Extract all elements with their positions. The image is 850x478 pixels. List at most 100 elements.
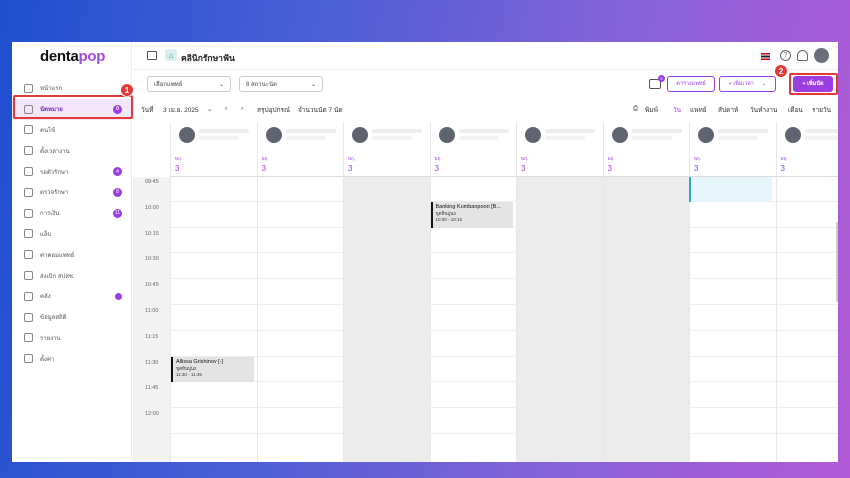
home-icon [24,83,33,93]
day-number: 3 [694,164,699,173]
doctor-avatar [611,127,628,143]
gear-icon [24,354,33,364]
sidebar-item-8[interactable]: ค่าคอมแพทย์ [12,244,132,265]
date-picker[interactable]: 3 เม.ย. 2025 [163,105,199,115]
sidebar-item-4[interactable]: รอตัวรักษา 4 [12,161,132,182]
appointment-patient: Allissa Grishinov [-] [176,358,224,365]
sidebar-item-9[interactable]: ส่งเบิก สปสช. [12,265,132,286]
view-month-tab[interactable]: เดือน [788,105,803,115]
doctor-avatar [265,127,282,143]
time-label: 11:00 [145,308,159,314]
doctor-sub-placeholder [285,136,326,140]
doctor-sub-placeholder [718,136,758,140]
doctor-column[interactable]: พฤ. 3 [343,122,430,462]
doctor-header: พฤ. 3 [430,122,516,177]
language-flag-icon[interactable] [761,53,770,60]
sidebar-item-11[interactable]: ข้อมูลสถิติ [12,307,132,328]
day-number: 3 [780,164,785,173]
info-icon [24,312,33,322]
doctor-name-placeholder [199,129,249,133]
printer-icon[interactable]: ⎙ [633,105,638,113]
clinic-home-icon: ⌂ [165,49,177,61]
prev-day-icon[interactable]: ‹ [225,105,227,112]
doctor-name-placeholder [804,129,838,133]
selected-slot[interactable] [689,177,772,202]
doctor-column[interactable]: พฤ. 3 [256,122,343,462]
doctor-name-placeholder [458,129,509,133]
doctor-column[interactable]: พฤ. 3 [602,122,689,462]
sidebar-item-label: รอตัวรักษา [40,169,69,176]
time-gridline [170,355,838,357]
appointment-card[interactable]: Banking Kumbanpoon [B... ขูดหินปูน2 10:00 … [430,201,513,228]
date-bar: วันที่ 3 เม.ย. 2025 ⌄ ‹ › สรุปอุปกรณ์ จำ… [141,105,832,115]
sidebar-item-3[interactable]: ตั้งเวลางาน [12,140,132,161]
time-label: 11:30 [145,359,159,366]
appointment-patient: Banking Kumbanpoon [B... [435,203,501,210]
equipment-summary-link[interactable]: สรุปอุปกรณ์ [257,105,290,115]
doctor-column[interactable]: พฤ. 3 [775,122,838,462]
doctor-select[interactable]: เลือกแพทย์ ⌄ [147,76,231,92]
print-button[interactable]: พิมพ์ [645,105,658,115]
sidebar-item-2[interactable]: คนไข้ [12,120,132,141]
next-day-icon[interactable]: › [241,105,243,112]
view-workday-tab[interactable]: วันทำงาน [750,105,777,115]
clinic-name: คลินิกรักษาฟัน [181,53,235,63]
sidebar-item-label: แล็บ [40,231,52,238]
status-select[interactable]: 8 สถานะนัด ⌄ [239,76,323,92]
panel-toggle-icon[interactable] [147,51,157,60]
doctor-schedule-button[interactable]: ตารางแพทย์ [667,76,715,92]
doctor-sub-placeholder [199,136,239,140]
time-label: 10:00 [145,204,159,211]
sidebar-item-5[interactable]: ตรวจรักษา 8 [12,182,132,203]
sidebar-item-label: ตรวจรักษา [40,190,69,197]
chevron-down-icon[interactable]: ⌄ [207,105,212,113]
sidebar-item-13[interactable]: ตั้งค่า [12,348,132,369]
count-badge: 4 [113,167,122,177]
inbox-icon[interactable]: 6 [649,75,665,89]
sidebar: dentapop หน้าแรก นัดหมาย 0 คนไข้ ตั้งเวลางาน… [12,42,133,462]
doctor-avatar [179,127,195,143]
weekday-label: พฤ. [434,156,442,161]
sidebar-item-7[interactable]: แล็บ [12,224,132,245]
doctor-header: พฤ. 3 [603,122,689,177]
view-doctor-tab[interactable]: แพทย์ [690,105,707,115]
user-avatar[interactable] [814,48,829,63]
money-icon [24,208,33,218]
doctor-header: พฤ. 3 [344,122,430,177]
step-badge-2: 2 [774,64,788,78]
doctor-sub-placeholder [545,136,585,140]
sidebar-nav: หน้าแรก นัดหมาย 0 คนไข้ ตั้งเวลางาน รอตัวรักษ… [12,78,132,369]
time-column [133,177,170,462]
appointment-card[interactable]: Allissa Grishinov [-] ขูดหินปูน2 11:30 - 1… [171,356,254,383]
doctor-column[interactable]: พฤ. 3 [170,122,257,462]
box-icon [24,291,33,301]
time-gridline [170,407,838,409]
help-icon[interactable]: ? [780,50,791,61]
doctor-header: พฤ. 3 [690,122,776,177]
calendar-grid: พฤ. 3 พฤ. 3 พฤ. 3 พฤ. 3 พฤ. 3 พฤ. 3 พฤ. 3 พฤ. 3 09:45 10:… [133,122,838,462]
view-daily-tab[interactable]: รายวัน [812,105,831,115]
sidebar-item-6[interactable]: การเงิน 11 [12,203,132,224]
doctor-column[interactable]: พฤ. 3 [689,122,776,462]
day-number: 3 [261,164,266,173]
doctor-column[interactable]: พฤ. 3 [429,122,516,462]
weekday-label: พฤ. [261,156,269,161]
day-number: 3 [348,164,353,173]
view-day-tab[interactable]: วัน [673,105,681,115]
user-icon [24,125,33,135]
view-week-tab[interactable]: สัปดาห์ [718,105,738,115]
sidebar-item-label: คนไข้ [40,127,56,134]
weekday-label: พฤ. [780,156,788,161]
add-time-button[interactable]: + เพิ่มเวลา ⌄ [719,76,776,92]
doctor-column[interactable]: พฤ. 3 [516,122,603,462]
percent-icon [24,250,33,260]
scrollbar[interactable] [836,222,838,302]
time-gridline [170,381,838,383]
chevron-down-icon: ⌄ [310,81,316,88]
bell-icon[interactable] [797,50,808,61]
doctor-avatar [698,127,714,143]
sidebar-item-10[interactable]: คลัง [12,286,132,307]
sidebar-item-12[interactable]: รายงาน [12,328,132,349]
doctor-name-placeholder [718,129,768,133]
app-window: dentapop หน้าแรก นัดหมาย 0 คนไข้ ตั้งเวลางาน… [12,42,838,462]
